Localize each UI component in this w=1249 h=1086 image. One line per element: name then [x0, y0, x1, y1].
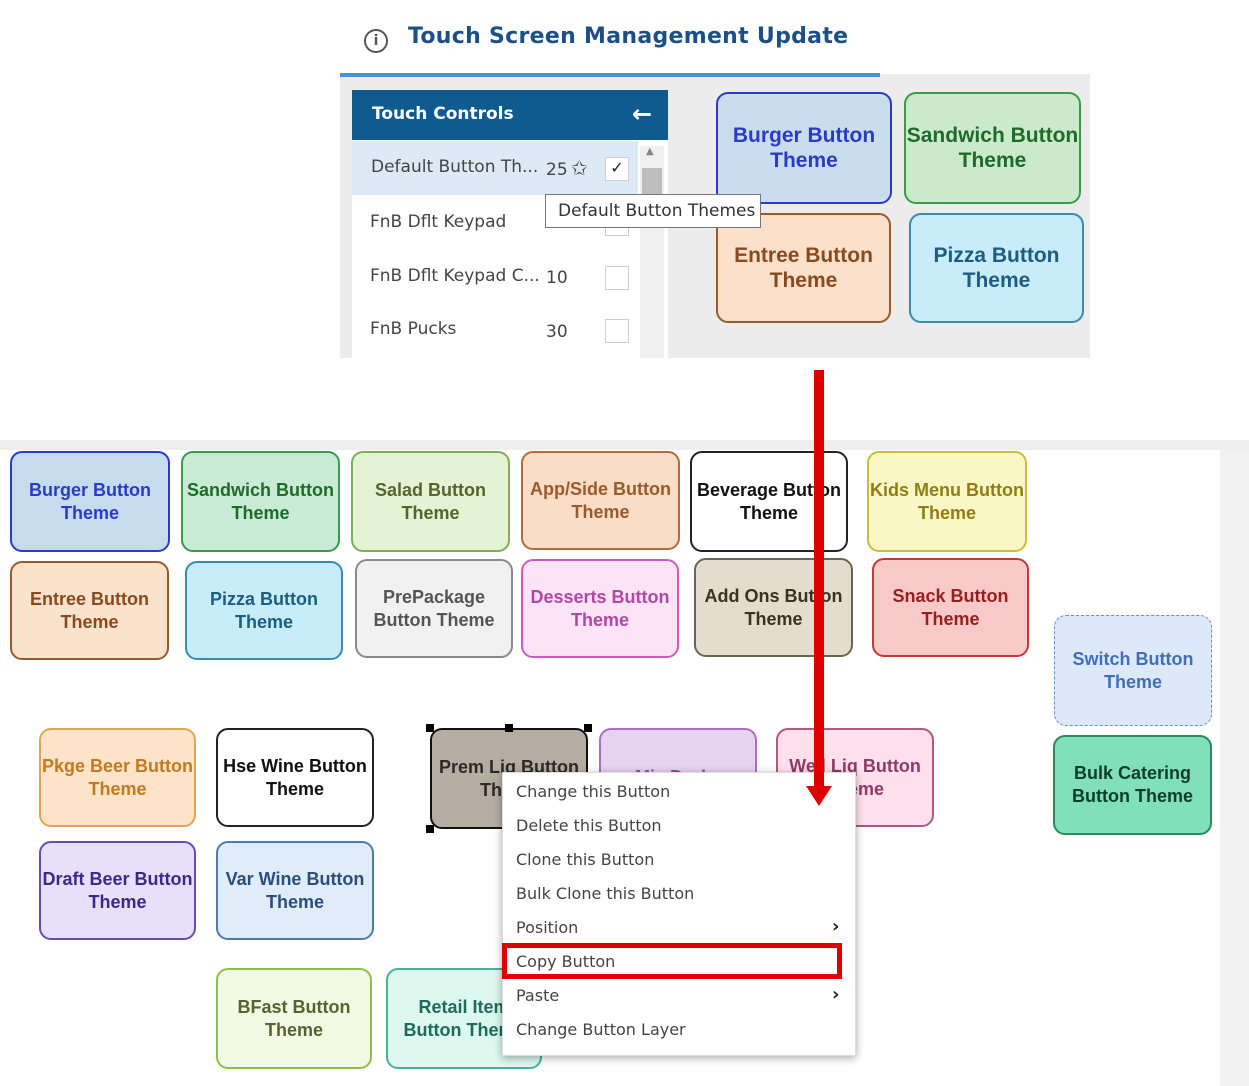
touch-control-count: 10 [546, 268, 568, 288]
resize-handle[interactable] [584, 724, 592, 732]
bulk-catering-button[interactable]: Bulk Catering Button Theme [1053, 735, 1212, 835]
salad-button[interactable]: Salad Button Theme [351, 451, 510, 552]
resize-handle[interactable] [505, 724, 513, 732]
touch-control-name: FnB Pucks [370, 319, 457, 339]
appside-button[interactable]: App/Side Button Theme [521, 451, 680, 550]
arrow-down-icon [806, 786, 832, 806]
touch-control-name: FnB Dflt Keypad [370, 212, 507, 232]
context-menu [502, 772, 856, 1056]
draft-beer-button[interactable]: Draft Beer Button Theme [39, 841, 196, 940]
touch-control-checkbox[interactable]: ✓ [605, 157, 629, 181]
menu-item-clone-button[interactable]: Clone this Button [516, 850, 654, 869]
menu-item-bulk-clone-button[interactable]: Bulk Clone this Button [516, 884, 694, 903]
menu-item-paste[interactable]: Paste [516, 986, 559, 1005]
pkge-beer-button[interactable]: Pkge Beer Button Theme [39, 728, 196, 827]
pizza-button-theme[interactable]: Pizza Button Theme [909, 213, 1084, 323]
touch-control-checkbox[interactable] [605, 319, 629, 343]
menu-item-position[interactable]: Position [516, 918, 578, 937]
tooltip: Default Button Themes [545, 194, 761, 228]
sandwich-button[interactable]: Sandwich Button Theme [181, 451, 340, 552]
pin-icon[interactable]: ✩ [571, 156, 588, 180]
touch-control-count: 25 [546, 160, 568, 180]
scroll-up-icon[interactable]: ▲ [646, 146, 654, 157]
entree-button[interactable]: Entree Button Theme [10, 561, 169, 660]
bfast-button[interactable]: BFast Button Theme [216, 968, 372, 1069]
copy-button-highlight [502, 943, 842, 979]
resize-handle[interactable] [426, 724, 434, 732]
touch-controls-title: Touch Controls [372, 104, 514, 124]
desserts-button[interactable]: Desserts Button Theme [521, 559, 679, 658]
pizza-button[interactable]: Pizza Button Theme [185, 561, 343, 660]
canvas-margin [1220, 450, 1249, 1086]
beverage-button[interactable]: Beverage Button Theme [690, 451, 848, 552]
touch-control-checkbox[interactable] [605, 266, 629, 290]
menu-item-change-layer[interactable]: Change Button Layer [516, 1020, 686, 1039]
kids-menu-button[interactable]: Kids Menu Button Theme [867, 451, 1027, 552]
touch-control-name: Default Button Th... [371, 157, 539, 177]
prepackage-button[interactable]: PrePackage Button Theme [355, 559, 513, 658]
panel-divider [0, 440, 1249, 450]
hse-wine-button[interactable]: Hse Wine Button Theme [216, 728, 374, 827]
arrow-left-icon[interactable]: ← [632, 100, 652, 128]
touch-control-name: FnB Dflt Keypad C... [370, 266, 540, 286]
snack-button[interactable]: Snack Button Theme [872, 558, 1029, 657]
add-ons-button[interactable]: Add Ons Button Theme [694, 558, 853, 657]
entree-button-theme[interactable]: Entree Button Theme [716, 213, 891, 323]
var-wine-button[interactable]: Var Wine Button Theme [216, 841, 374, 940]
scrollbar-thumb[interactable] [642, 168, 662, 196]
burger-button-theme[interactable]: Burger Button Theme [716, 92, 892, 204]
chevron-right-icon: › [832, 916, 840, 937]
resize-handle[interactable] [426, 825, 434, 833]
info-icon[interactable]: i [364, 29, 388, 53]
page-title: Touch Screen Management Update [408, 24, 849, 49]
switch-button[interactable]: Switch Button Theme [1054, 615, 1212, 726]
annotation-arrow [814, 370, 824, 790]
sandwich-button-theme[interactable]: Sandwich Button Theme [904, 92, 1081, 204]
menu-item-change-button[interactable]: Change this Button [516, 782, 670, 801]
burger-button[interactable]: Burger Button Theme [10, 451, 170, 552]
chevron-right-icon: › [832, 984, 840, 1005]
menu-item-delete-button[interactable]: Delete this Button [516, 816, 662, 835]
touch-control-count: 30 [546, 322, 568, 342]
